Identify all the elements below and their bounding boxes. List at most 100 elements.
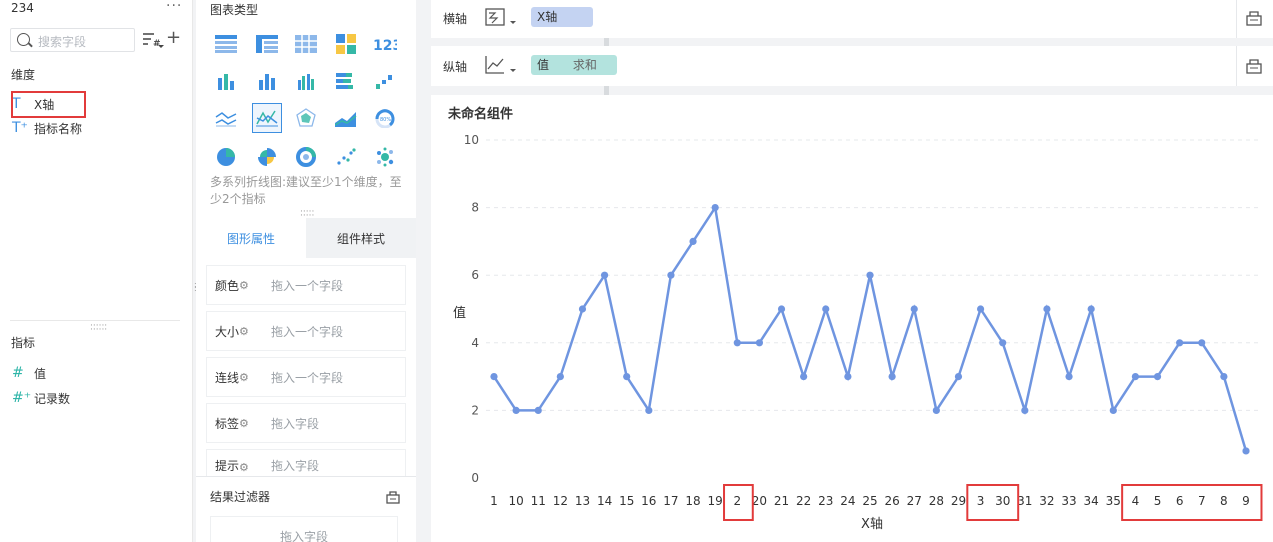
data-point (1065, 373, 1073, 381)
axis-type-dropdown[interactable] (485, 54, 517, 78)
data-point (512, 406, 520, 414)
waterfall-icon[interactable] (373, 70, 397, 92)
y-tick-label: 0 (471, 471, 479, 485)
data-point (954, 373, 963, 381)
dimension-field-metric-name[interactable]: T⁺ 指标名称 (12, 118, 82, 138)
gear-icon[interactable]: ⚙ (239, 279, 253, 292)
series-points (490, 204, 1250, 455)
x-tick-label: 24 (840, 494, 855, 508)
y-axis-title: 值 (453, 305, 466, 321)
kpi-number-icon[interactable]: 123 (373, 33, 397, 55)
x-tick-label: 2 (733, 494, 741, 508)
panel-resize-handle[interactable]: ····· ····· (300, 208, 314, 221)
y-tick-label: 10 (464, 133, 479, 147)
chart-widget[interactable]: 未命名组件 0 2 4 6 8 10 1 10 11 12 13 14 15 16 17 18 19 2 20 21… (431, 95, 1273, 542)
x-tick-label: 15 (619, 494, 634, 508)
gear-icon[interactable]: ⚙ (239, 461, 253, 474)
tab-component-style[interactable]: 组件样式 (306, 218, 416, 258)
gear-icon[interactable]: ⚙ (239, 417, 253, 430)
rose-pie-icon[interactable] (255, 146, 279, 168)
color-attribute-slot[interactable]: 颜色 ⚙ 拖入一个字段 (206, 265, 406, 305)
more-options-icon[interactable]: ··· (166, 0, 182, 14)
data-point (534, 406, 542, 414)
data-point (1153, 373, 1162, 381)
data-point (645, 406, 653, 414)
field-search-input[interactable]: 搜索字段 (10, 28, 135, 52)
scatter-chart-icon[interactable] (334, 146, 358, 168)
pie-chart-icon[interactable] (214, 146, 238, 168)
size-attribute-slot[interactable]: 大小 ⚙ 拖入一个字段 (206, 311, 406, 351)
cross-table-icon[interactable] (255, 33, 279, 55)
attr-label: 颜色 (215, 278, 240, 293)
area-chart-icon[interactable] (334, 107, 358, 129)
x-tick-label: 30 (995, 494, 1010, 508)
x-tick-label: 19 (708, 494, 723, 508)
x-axis-field-pill[interactable]: X轴 (531, 7, 593, 27)
panel-resize-handle[interactable]: ······ ······ (90, 322, 107, 335)
filter-lock-icon[interactable] (385, 489, 401, 508)
table-chart-icon[interactable] (214, 33, 238, 55)
y-tick-label: 4 (471, 336, 479, 350)
property-tabs: 图形属性 组件样式 (196, 218, 416, 258)
color-block-icon[interactable] (334, 33, 358, 55)
data-point (623, 373, 631, 381)
data-point (800, 373, 808, 381)
x-tick-label: 31 (1017, 494, 1032, 508)
data-point (1242, 447, 1250, 455)
gear-icon[interactable]: ⚙ (239, 371, 253, 384)
metric-field-value[interactable]: # 值 (12, 363, 46, 383)
y-axis-lock-icon[interactable] (1245, 57, 1263, 75)
x-tick-label: 11 (531, 494, 546, 508)
donut-chart-icon[interactable] (294, 146, 318, 168)
attr-label: 连线 (215, 370, 240, 385)
data-point (1021, 406, 1029, 414)
bubble-chart-icon[interactable] (373, 146, 397, 168)
bi-editor: 234 ··· 搜索字段 # + 维度 T X轴 T⁺ 指标名称 ······ ·… (0, 0, 1273, 542)
tab-graphic-properties[interactable]: 图形属性 (196, 218, 306, 258)
field-sort-icon[interactable]: # (142, 30, 164, 50)
connect-line-attribute-slot[interactable]: 连线 ⚙ 拖入一个字段 (206, 357, 406, 397)
gauge-chart-icon[interactable]: 80% (373, 107, 397, 129)
gear-icon[interactable]: ⚙ (239, 325, 253, 338)
grouped-column-icon[interactable] (294, 70, 318, 92)
x-tick-label: 18 (685, 494, 700, 508)
attr-label: 大小 (215, 324, 240, 339)
number-type-icon: # (12, 365, 24, 381)
number-type-icon: #⁺ (12, 390, 32, 406)
search-icon (17, 33, 30, 46)
metric-field-count[interactable]: #⁺ 记录数 (12, 388, 70, 408)
stacked-column-icon[interactable] (214, 70, 238, 92)
stacked-bar-icon[interactable] (334, 70, 358, 92)
x-axis-lock-icon[interactable] (1245, 9, 1263, 27)
add-field-icon[interactable]: + (166, 27, 181, 48)
data-point (976, 305, 985, 313)
y-axis-field-pill[interactable]: 值 求和 (531, 55, 617, 75)
chart-types-title: 图表类型 (210, 3, 259, 17)
column-chart-icon[interactable] (255, 70, 279, 92)
data-point (1109, 406, 1117, 414)
x-tick-label: 9 (1242, 494, 1250, 508)
x-tick-label: 16 (641, 494, 656, 508)
attr-label: 标签 (215, 416, 240, 431)
label-attribute-slot[interactable]: 标签 ⚙ 拖入字段 (206, 403, 406, 443)
x-tick-label: 26 (884, 494, 899, 508)
attr-label: 提示 (215, 459, 240, 473)
x-axis-label: 横轴 (443, 12, 468, 26)
result-filter-drop-zone[interactable]: 拖入字段 (210, 516, 398, 542)
aggregation-label: 求和 (572, 58, 597, 72)
x-tick-label: 12 (553, 494, 568, 508)
radar-chart-icon[interactable] (294, 107, 318, 129)
data-point (689, 237, 697, 245)
y-axis-label: 纵轴 (443, 60, 468, 74)
data-point (667, 271, 675, 279)
multi-line-icon[interactable] (214, 107, 238, 129)
detail-table-icon[interactable] (294, 33, 318, 55)
x-tick-labels: 1 10 11 12 13 14 15 16 17 18 19 2 20 21 22 23 24 25 26 27 28… (490, 494, 1250, 508)
search-placeholder: 搜索字段 (38, 35, 87, 49)
text-type-icon: T⁺ (12, 120, 28, 136)
x-tick-label: 25 (862, 494, 877, 508)
tooltip-attribute-slot[interactable]: 提示 ⚙ 拖入字段 (206, 449, 406, 476)
pill-label: X轴 (537, 10, 558, 24)
multi-series-line-icon[interactable] (252, 103, 282, 133)
axis-type-dropdown[interactable] (485, 6, 517, 30)
